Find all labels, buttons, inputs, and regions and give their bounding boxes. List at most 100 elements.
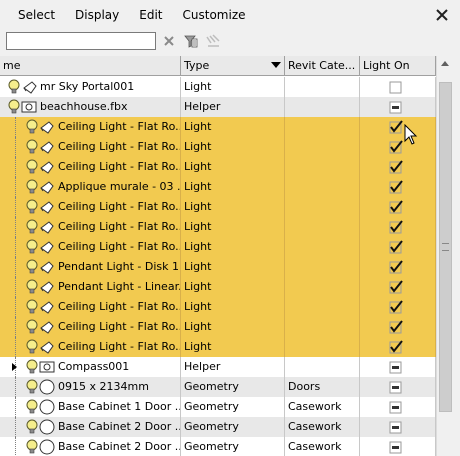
table-row[interactable]: Compass001 Helper xyxy=(0,357,436,377)
table-row[interactable]: Ceiling Light - Flat Ro... Light xyxy=(0,237,436,257)
light-on-checkbox[interactable] xyxy=(360,197,436,217)
light-on-checkbox[interactable] xyxy=(360,417,436,437)
light-on-checkbox[interactable] xyxy=(360,257,436,277)
table-row[interactable]: mr Sky Portal001 Light xyxy=(0,77,436,97)
light-bulb-icon[interactable] xyxy=(25,419,39,435)
row-name[interactable]: Ceiling Light - Flat Ro... xyxy=(55,237,181,257)
row-name[interactable]: Ceiling Light - Flat Ro... xyxy=(55,217,181,237)
light-on-checkbox[interactable] xyxy=(360,237,436,257)
row-name[interactable]: Base Cabinet 1 Door ... xyxy=(55,397,181,417)
helper-object-icon xyxy=(21,99,37,115)
table-row[interactable]: Base Cabinet 2 Door ... Geometry Casework xyxy=(0,437,436,456)
table-row[interactable]: Pendant Light - Linear... Light xyxy=(0,277,436,297)
row-revit-category xyxy=(285,277,360,297)
column-header-light-on[interactable]: Light On xyxy=(360,56,436,75)
search-input[interactable] xyxy=(6,32,156,50)
light-bulb-icon[interactable] xyxy=(25,319,39,335)
row-name[interactable]: Ceiling Light - Flat Ro... xyxy=(55,197,181,217)
table-row[interactable]: Ceiling Light - Flat Ro... Light xyxy=(0,317,436,337)
table-row[interactable]: Base Cabinet 1 Door ... Geometry Casework xyxy=(0,397,436,417)
light-bulb-icon[interactable] xyxy=(25,119,39,135)
light-bulb-icon[interactable] xyxy=(25,399,39,415)
table-row[interactable]: Ceiling Light - Flat Ro... Light xyxy=(0,337,436,357)
table-row[interactable]: beachhouse.fbx Helper xyxy=(0,97,436,117)
row-name[interactable]: beachhouse.fbx xyxy=(37,97,181,117)
table-row[interactable]: Ceiling Light - Flat Ro... Light xyxy=(0,297,436,317)
light-on-checkbox[interactable] xyxy=(360,317,436,337)
table-row[interactable]: Ceiling Light - Flat Ro... Light xyxy=(0,197,436,217)
menu-customize[interactable]: Customize xyxy=(173,4,256,26)
table-row[interactable]: Ceiling Light - Flat Ro... Light xyxy=(0,217,436,237)
menu-select[interactable]: Select xyxy=(0,4,65,26)
row-name[interactable]: Applique murale - 03 ... xyxy=(55,177,181,197)
light-bulb-icon[interactable] xyxy=(25,139,39,155)
scrollbar-thumb[interactable] xyxy=(439,82,452,412)
table-row[interactable]: Ceiling Light - Flat Ro... Light xyxy=(0,117,436,137)
row-revit-category xyxy=(285,137,360,157)
light-bulb-icon[interactable] xyxy=(25,159,39,175)
light-bulb-icon[interactable] xyxy=(25,439,39,455)
light-bulb-icon[interactable] xyxy=(25,359,39,375)
light-on-checkbox[interactable] xyxy=(360,277,436,297)
column-header-revit-category[interactable]: Revit Cate... xyxy=(285,56,360,75)
row-name[interactable]: mr Sky Portal001 xyxy=(37,77,181,97)
light-bulb-icon[interactable] xyxy=(7,99,21,115)
row-name[interactable]: 0915 x 2134mm xyxy=(55,377,181,397)
row-name[interactable]: Ceiling Light - Flat Ro... xyxy=(55,137,181,157)
column-header-type[interactable]: Type xyxy=(181,56,285,75)
light-on-checkbox[interactable] xyxy=(360,437,436,456)
light-on-checkbox[interactable] xyxy=(360,97,436,117)
light-bulb-icon[interactable] xyxy=(25,239,39,255)
menu-edit[interactable]: Edit xyxy=(129,4,172,26)
light-bulb-icon[interactable] xyxy=(25,179,39,195)
row-name[interactable]: Pendant Light - Linear... xyxy=(55,277,181,297)
light-bulb-icon[interactable] xyxy=(25,219,39,235)
table-row[interactable]: Ceiling Light - Flat Ro... Light xyxy=(0,157,436,177)
row-name[interactable]: Ceiling Light - Flat Ro... xyxy=(55,157,181,177)
light-on-checkbox[interactable] xyxy=(360,117,436,137)
light-on-checkbox[interactable] xyxy=(360,157,436,177)
expand-arrow-icon[interactable] xyxy=(12,363,17,371)
row-name[interactable]: Compass001 xyxy=(55,357,181,377)
light-on-checkbox[interactable] xyxy=(360,137,436,157)
table-row[interactable]: Applique murale - 03 ... Light xyxy=(0,177,436,197)
light-on-checkbox[interactable] xyxy=(360,357,436,377)
menu-display[interactable]: Display xyxy=(65,4,129,26)
row-name[interactable]: Base Cabinet 2 Door ... xyxy=(55,437,181,456)
column-header-name[interactable]: me xyxy=(0,56,181,75)
light-bulb-icon[interactable] xyxy=(25,379,39,395)
checkmark-icon xyxy=(389,220,403,234)
filter-icon[interactable] xyxy=(183,33,199,49)
table-row[interactable]: 0915 x 2134mm Geometry Doors xyxy=(0,377,436,397)
light-on-checkbox[interactable] xyxy=(360,337,436,357)
light-on-checkbox[interactable] xyxy=(360,177,436,197)
table-row[interactable]: Pendant Light - Disk 1... Light xyxy=(0,257,436,277)
light-on-checkbox[interactable] xyxy=(360,217,436,237)
light-bulb-icon[interactable] xyxy=(25,199,39,215)
mixed-state-icon xyxy=(389,361,402,374)
filter-settings-icon[interactable] xyxy=(205,33,221,49)
row-name[interactable]: Ceiling Light - Flat Ro... xyxy=(55,337,181,357)
table-row[interactable]: Ceiling Light - Flat Ro... Light xyxy=(0,137,436,157)
row-name[interactable]: Ceiling Light - Flat Ro... xyxy=(55,317,181,337)
row-name[interactable]: Pendant Light - Disk 1... xyxy=(55,257,181,277)
light-bulb-icon[interactable] xyxy=(25,259,39,275)
row-name[interactable]: Ceiling Light - Flat Ro... xyxy=(55,117,181,137)
mixed-state-icon xyxy=(389,421,402,434)
light-bulb-icon[interactable] xyxy=(7,79,21,95)
row-name[interactable]: Ceiling Light - Flat Ro... xyxy=(55,297,181,317)
light-bulb-icon[interactable] xyxy=(25,279,39,295)
close-icon[interactable] xyxy=(434,7,450,23)
light-on-checkbox[interactable] xyxy=(360,397,436,417)
vertical-scrollbar[interactable] xyxy=(436,56,454,456)
scroll-up-arrow-icon[interactable] xyxy=(441,61,449,66)
light-on-checkbox[interactable] xyxy=(360,377,436,397)
light-on-checkbox[interactable] xyxy=(360,77,436,97)
table-row[interactable]: Base Cabinet 2 Door ... Geometry Casework xyxy=(0,417,436,437)
row-name[interactable]: Base Cabinet 2 Door ... xyxy=(55,417,181,437)
light-on-checkbox[interactable] xyxy=(360,297,436,317)
clear-filter-icon[interactable] xyxy=(161,33,177,49)
light-bulb-icon[interactable] xyxy=(25,339,39,355)
light-bulb-icon[interactable] xyxy=(25,299,39,315)
row-type: Geometry xyxy=(181,417,285,437)
